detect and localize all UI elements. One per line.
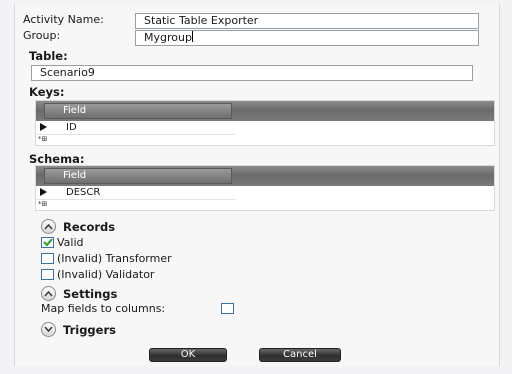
cancel-button[interactable]: Cancel xyxy=(259,348,341,362)
text-caret xyxy=(191,31,193,42)
valid-checkbox[interactable] xyxy=(41,237,54,248)
new-row-icon[interactable]: *⊞ xyxy=(38,199,47,209)
group-value: Mygroup xyxy=(144,31,192,44)
triggers-heading: Triggers xyxy=(63,323,116,337)
records-collapse-button[interactable] xyxy=(41,219,56,234)
records-heading: Records xyxy=(63,220,116,234)
schema-field-column-header[interactable]: Field xyxy=(44,168,232,184)
map-fields-checkbox[interactable] xyxy=(221,303,234,314)
table-value: Scenario9 xyxy=(40,66,95,79)
chevron-up-icon xyxy=(44,290,53,297)
keys-field-column-header[interactable]: Field xyxy=(44,103,232,119)
schema-row-field[interactable]: DESCR xyxy=(66,187,100,199)
invalid-transformer-label: (Invalid) Transformer xyxy=(57,252,172,265)
table-field[interactable]: Scenario9 xyxy=(31,65,473,81)
activity-name-value: Static Table Exporter xyxy=(144,14,259,27)
ok-button[interactable]: OK xyxy=(149,348,227,362)
row-divider xyxy=(36,199,236,200)
invalid-validator-label: (Invalid) Validator xyxy=(57,268,155,281)
group-field[interactable]: Mygroup xyxy=(135,30,479,46)
settings-collapse-button[interactable] xyxy=(41,286,56,301)
activity-dialog: Activity Name: Static Table Exporter Gro… xyxy=(14,4,500,366)
map-fields-label: Map fields to columns: xyxy=(41,302,166,315)
triggers-expand-button[interactable] xyxy=(41,322,56,337)
triangle-right-icon xyxy=(40,188,47,196)
table-heading: Table: xyxy=(29,49,68,63)
invalid-validator-checkbox[interactable] xyxy=(41,269,54,280)
valid-label: Valid xyxy=(57,236,84,249)
keys-grid[interactable]: Field ID *⊞ xyxy=(35,100,495,146)
schema-heading: Schema: xyxy=(29,152,85,166)
chevron-up-icon xyxy=(44,223,53,230)
keys-heading: Keys: xyxy=(29,85,65,99)
row-divider xyxy=(36,134,236,135)
settings-heading: Settings xyxy=(63,287,118,301)
new-row-icon[interactable]: *⊞ xyxy=(38,134,47,144)
keys-row-field[interactable]: ID xyxy=(66,122,77,134)
triangle-right-icon xyxy=(40,123,47,131)
checkmark-icon xyxy=(43,238,53,247)
schema-grid[interactable]: Field DESCR *⊞ xyxy=(35,165,495,211)
activity-name-label: Activity Name: xyxy=(23,13,104,26)
invalid-transformer-checkbox[interactable] xyxy=(41,253,54,264)
group-label: Group: xyxy=(23,29,61,42)
chevron-down-icon xyxy=(44,326,53,333)
activity-name-field[interactable]: Static Table Exporter xyxy=(135,13,479,29)
